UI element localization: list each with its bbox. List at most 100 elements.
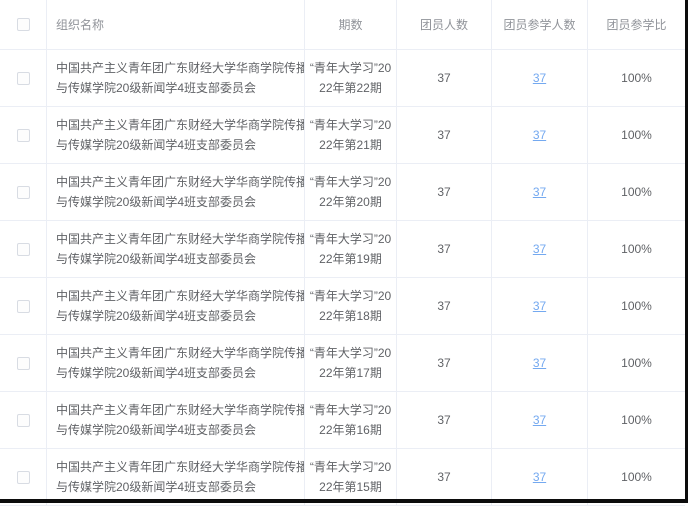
members-cell: 37	[397, 164, 492, 220]
table-row: 中国共产主义青年团广东财经大学华商学院传播与传媒学院20级新闻学4班支部委员会 …	[0, 50, 685, 107]
row-checkbox-cell	[0, 449, 47, 505]
org-name: 中国共产主义青年团广东财经大学华商学院传播与传媒学院20级新闻学4班支部委员会	[56, 343, 305, 383]
participants-cell: 37	[492, 50, 588, 106]
members-count: 37	[437, 467, 450, 487]
participants-cell: 37	[492, 335, 588, 391]
period-cell: “青年大学习”2022年第15期	[305, 449, 397, 505]
org-name-cell: 中国共产主义青年团广东财经大学华商学院传播与传媒学院20级新闻学4班支部委员会	[47, 278, 305, 334]
rate-value: 100%	[621, 467, 652, 487]
column-header-period: 期数	[305, 0, 397, 49]
org-name: 中国共产主义青年团广东财经大学华商学院传播与传媒学院20级新闻学4班支部委员会	[56, 286, 305, 326]
participants-link[interactable]: 37	[533, 353, 546, 373]
row-checkbox[interactable]	[17, 72, 30, 85]
period-value: “青年大学习”2022年第17期	[310, 343, 391, 383]
member-study-table: 组织名称 期数 团员人数 团员参学人数 团员参学比 中国共产主义青年团广东财经大…	[0, 0, 685, 506]
rate-value: 100%	[621, 239, 652, 259]
org-name-cell: 中国共产主义青年团广东财经大学华商学院传播与传媒学院20级新闻学4班支部委员会	[47, 335, 305, 391]
table-row: 中国共产主义青年团广东财经大学华商学院传播与传媒学院20级新闻学4班支部委员会 …	[0, 449, 685, 506]
period-value: “青年大学习”2022年第19期	[310, 229, 391, 269]
header-checkbox-cell	[0, 0, 47, 49]
members-count: 37	[437, 125, 450, 145]
members-cell: 37	[397, 50, 492, 106]
members-cell: 37	[397, 392, 492, 448]
members-count: 37	[437, 296, 450, 316]
members-cell: 37	[397, 335, 492, 391]
rate-cell: 100%	[588, 107, 685, 163]
table-body: 中国共产主义青年团广东财经大学华商学院传播与传媒学院20级新闻学4班支部委员会 …	[0, 50, 685, 506]
row-checkbox[interactable]	[17, 471, 30, 484]
participants-cell: 37	[492, 107, 588, 163]
members-count: 37	[437, 182, 450, 202]
row-checkbox[interactable]	[17, 414, 30, 427]
org-name: 中国共产主义青年团广东财经大学华商学院传播与传媒学院20级新闻学4班支部委员会	[56, 58, 305, 98]
org-name: 中国共产主义青年团广东财经大学华商学院传播与传媒学院20级新闻学4班支部委员会	[56, 115, 305, 155]
participants-link[interactable]: 37	[533, 182, 546, 202]
row-checkbox[interactable]	[17, 129, 30, 142]
rate-value: 100%	[621, 68, 652, 88]
table-row: 中国共产主义青年团广东财经大学华商学院传播与传媒学院20级新闻学4班支部委员会 …	[0, 164, 685, 221]
rate-value: 100%	[621, 125, 652, 145]
org-name-cell: 中国共产主义青年团广东财经大学华商学院传播与传媒学院20级新闻学4班支部委员会	[47, 107, 305, 163]
members-count: 37	[437, 410, 450, 430]
org-name-cell: 中国共产主义青年团广东财经大学华商学院传播与传媒学院20级新闻学4班支部委员会	[47, 392, 305, 448]
rate-value: 100%	[621, 410, 652, 430]
row-checkbox-cell	[0, 50, 47, 106]
org-name: 中国共产主义青年团广东财经大学华商学院传播与传媒学院20级新闻学4班支部委员会	[56, 172, 305, 212]
table-row: 中国共产主义青年团广东财经大学华商学院传播与传媒学院20级新闻学4班支部委员会 …	[0, 392, 685, 449]
period-value: “青年大学习”2022年第16期	[310, 400, 391, 440]
rate-value: 100%	[621, 182, 652, 202]
participants-link[interactable]: 37	[533, 125, 546, 145]
table-header-row: 组织名称 期数 团员人数 团员参学人数 团员参学比	[0, 0, 685, 50]
screenshot-bottom-border	[0, 499, 688, 503]
org-name: 中国共产主义青年团广东财经大学华商学院传播与传媒学院20级新闻学4班支部委员会	[56, 400, 305, 440]
rate-cell: 100%	[588, 278, 685, 334]
participants-cell: 37	[492, 449, 588, 505]
participants-link[interactable]: 37	[533, 467, 546, 487]
period-cell: “青年大学习”2022年第16期	[305, 392, 397, 448]
participants-cell: 37	[492, 164, 588, 220]
table-row: 中国共产主义青年团广东财经大学华商学院传播与传媒学院20级新闻学4班支部委员会 …	[0, 335, 685, 392]
select-all-checkbox[interactable]	[17, 18, 30, 31]
row-checkbox-cell	[0, 164, 47, 220]
rate-value: 100%	[621, 353, 652, 373]
participants-link[interactable]: 37	[533, 410, 546, 430]
members-count: 37	[437, 353, 450, 373]
rate-cell: 100%	[588, 164, 685, 220]
rate-cell: 100%	[588, 221, 685, 277]
row-checkbox[interactable]	[17, 357, 30, 370]
period-cell: “青年大学习”2022年第20期	[305, 164, 397, 220]
members-count: 37	[437, 68, 450, 88]
org-name-cell: 中国共产主义青年团广东财经大学华商学院传播与传媒学院20级新闻学4班支部委员会	[47, 164, 305, 220]
members-cell: 37	[397, 221, 492, 277]
column-header-org: 组织名称	[47, 0, 305, 49]
org-name: 中国共产主义青年团广东财经大学华商学院传播与传媒学院20级新闻学4班支部委员会	[56, 457, 305, 497]
period-cell: “青年大学习”2022年第17期	[305, 335, 397, 391]
rate-cell: 100%	[588, 50, 685, 106]
period-value: “青年大学习”2022年第22期	[310, 58, 391, 98]
rate-cell: 100%	[588, 335, 685, 391]
members-count: 37	[437, 239, 450, 259]
org-name-cell: 中国共产主义青年团广东财经大学华商学院传播与传媒学院20级新闻学4班支部委员会	[47, 50, 305, 106]
row-checkbox[interactable]	[17, 243, 30, 256]
org-name-cell: 中国共产主义青年团广东财经大学华商学院传播与传媒学院20级新闻学4班支部委员会	[47, 221, 305, 277]
members-cell: 37	[397, 107, 492, 163]
participants-link[interactable]: 37	[533, 68, 546, 88]
row-checkbox[interactable]	[17, 186, 30, 199]
participants-link[interactable]: 37	[533, 296, 546, 316]
row-checkbox[interactable]	[17, 300, 30, 313]
participants-link[interactable]: 37	[533, 239, 546, 259]
period-value: “青年大学习”2022年第18期	[310, 286, 391, 326]
members-cell: 37	[397, 278, 492, 334]
period-value: “青年大学习”2022年第21期	[310, 115, 391, 155]
period-value: “青年大学习”2022年第15期	[310, 457, 391, 497]
rate-cell: 100%	[588, 392, 685, 448]
table-row: 中国共产主义青年团广东财经大学华商学院传播与传媒学院20级新闻学4班支部委员会 …	[0, 107, 685, 164]
participants-cell: 37	[492, 278, 588, 334]
period-cell: “青年大学习”2022年第19期	[305, 221, 397, 277]
period-cell: “青年大学习”2022年第18期	[305, 278, 397, 334]
column-header-participants: 团员参学人数	[492, 0, 588, 49]
period-cell: “青年大学习”2022年第21期	[305, 107, 397, 163]
column-header-members: 团员人数	[397, 0, 492, 49]
org-name: 中国共产主义青年团广东财经大学华商学院传播与传媒学院20级新闻学4班支部委员会	[56, 229, 305, 269]
screenshot-frame: 组织名称 期数 团员人数 团员参学人数 团员参学比 中国共产主义青年团广东财经大…	[0, 0, 689, 506]
